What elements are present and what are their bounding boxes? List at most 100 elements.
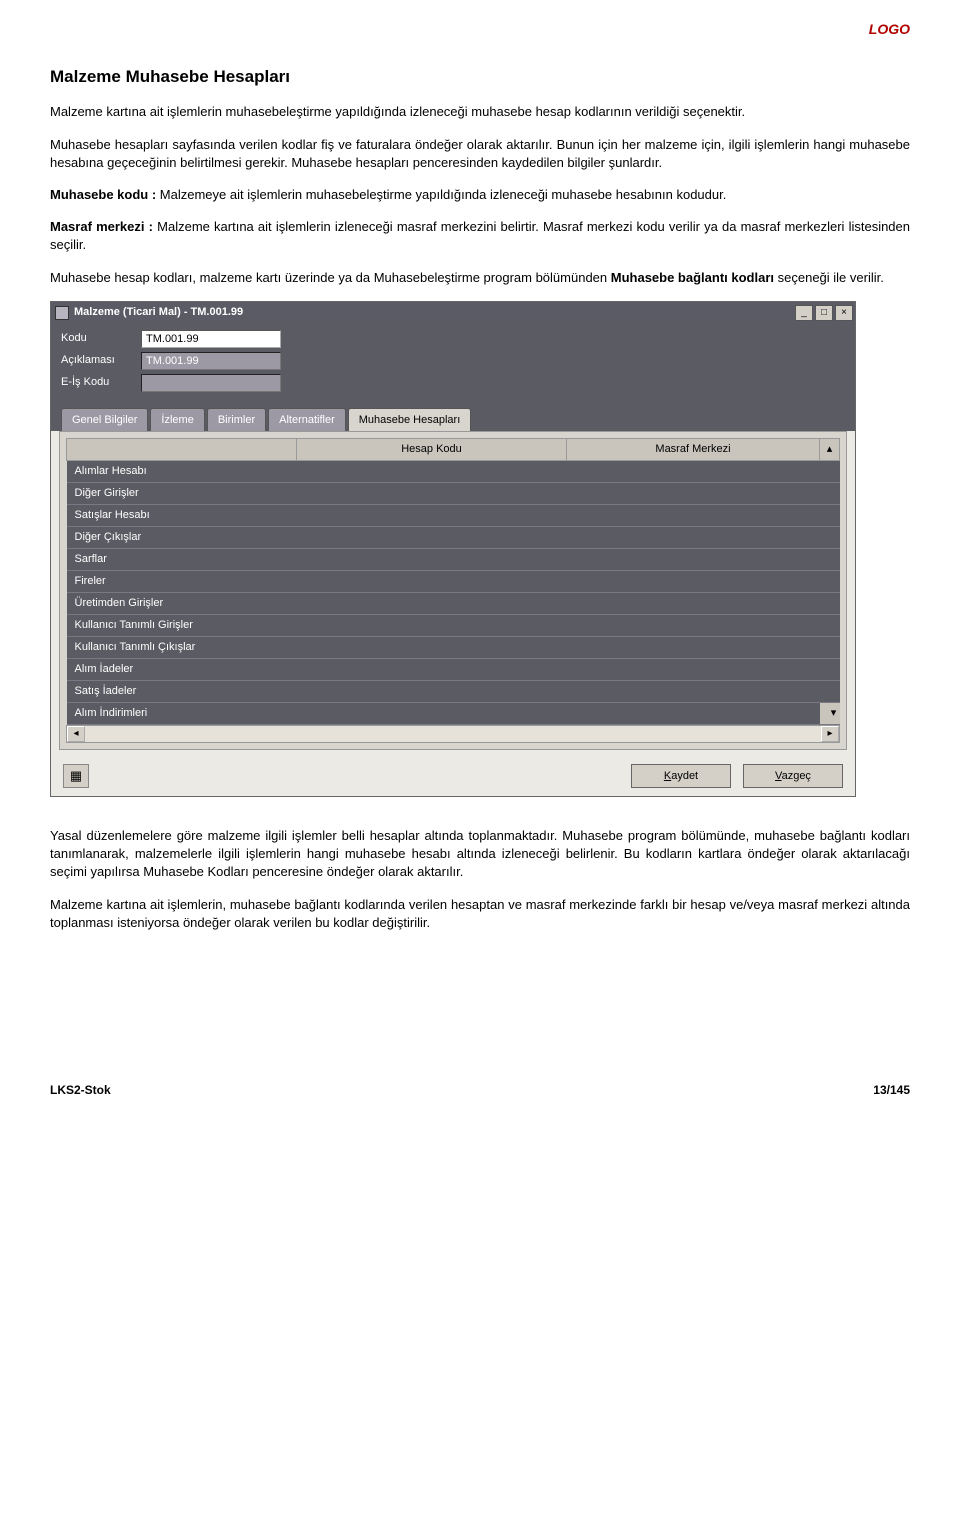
scroll-gutter bbox=[820, 659, 840, 681]
paragraph-5c: seçeneği ile verilir. bbox=[774, 270, 884, 285]
masraf-merkezi-cell[interactable] bbox=[567, 527, 820, 549]
tab-genel-bilgiler[interactable]: Genel Bilgiler bbox=[61, 408, 148, 431]
aciklamasi-field[interactable]: TM.001.99 bbox=[141, 352, 281, 370]
minimize-button[interactable]: _ bbox=[795, 305, 813, 321]
masraf-merkezi-cell[interactable] bbox=[567, 659, 820, 681]
masraf-merkezi-cell[interactable] bbox=[567, 505, 820, 527]
scroll-up-button[interactable]: ▴ bbox=[820, 439, 840, 461]
paragraph-2: Muhasebe hesapları sayfasında verilen ko… bbox=[50, 136, 910, 172]
tab-izleme[interactable]: İzleme bbox=[150, 408, 204, 431]
tab-alternatifler[interactable]: Alternatifler bbox=[268, 408, 346, 431]
col-name[interactable] bbox=[67, 439, 297, 461]
table-row[interactable]: Kullanıcı Tanımlı Çıkışlar bbox=[67, 637, 840, 659]
scroll-gutter bbox=[820, 571, 840, 593]
hesap-kodu-cell[interactable] bbox=[297, 703, 567, 725]
table-row[interactable]: Alım İadeler bbox=[67, 659, 840, 681]
masraf-merkezi-cell[interactable] bbox=[567, 483, 820, 505]
footer-left: LKS2-Stok bbox=[50, 1082, 111, 1099]
masraf-merkezi-cell[interactable] bbox=[567, 615, 820, 637]
options-button[interactable]: ▦ bbox=[63, 764, 89, 788]
hesap-kodu-cell[interactable] bbox=[297, 659, 567, 681]
masraf-merkezi-cell[interactable] bbox=[567, 681, 820, 703]
hesap-kodu-cell[interactable] bbox=[297, 549, 567, 571]
cancel-button[interactable]: Vazgeç bbox=[743, 764, 843, 788]
paragraph-5: Muhasebe hesap kodları, malzeme kartı üz… bbox=[50, 269, 910, 287]
row-label[interactable]: Üretimden Girişler bbox=[67, 593, 297, 615]
hesap-kodu-cell[interactable] bbox=[297, 615, 567, 637]
hesap-kodu-cell[interactable] bbox=[297, 505, 567, 527]
save-button[interactable]: Kaydet bbox=[631, 764, 731, 788]
row-label[interactable]: Diğer Girişler bbox=[67, 483, 297, 505]
scroll-left-button[interactable]: ◂ bbox=[67, 726, 85, 742]
hesap-kodu-cell[interactable] bbox=[297, 637, 567, 659]
scroll-right-button[interactable]: ▸ bbox=[821, 726, 839, 742]
masraf-merkezi-cell[interactable] bbox=[567, 571, 820, 593]
page-title: Malzeme Muhasebe Hesapları bbox=[50, 65, 910, 89]
paragraph-7: Malzeme kartına ait işlemlerin, muhasebe… bbox=[50, 896, 910, 932]
label-eis-kodu: E-İş Kodu bbox=[61, 375, 141, 390]
row-label[interactable]: Alımlar Hesabı bbox=[67, 461, 297, 483]
table-row[interactable]: Satış İadeler bbox=[67, 681, 840, 703]
window-title: Malzeme (Ticari Mal) - TM.001.99 bbox=[74, 305, 795, 320]
accounts-table: Hesap Kodu Masraf Merkezi ▴ Alımlar Hesa… bbox=[66, 438, 840, 725]
hesap-kodu-cell[interactable] bbox=[297, 681, 567, 703]
paragraph-5b-bold: Muhasebe bağlantı kodları bbox=[611, 270, 774, 285]
table-row[interactable]: Diğer Girişler bbox=[67, 483, 840, 505]
muhasebe-kodu-label: Muhasebe kodu : bbox=[50, 187, 156, 202]
scroll-gutter bbox=[820, 461, 840, 483]
scroll-gutter bbox=[820, 527, 840, 549]
table-row[interactable]: Alım İndirimleri ▾ bbox=[67, 703, 840, 725]
paragraph-3: Muhasebe kodu : Malzemeye ait işlemlerin… bbox=[50, 186, 910, 204]
scroll-gutter bbox=[820, 593, 840, 615]
row-label[interactable]: Alım İadeler bbox=[67, 659, 297, 681]
table-row[interactable]: Sarflar bbox=[67, 549, 840, 571]
row-label[interactable]: Diğer Çıkışlar bbox=[67, 527, 297, 549]
row-label[interactable]: Kullanıcı Tanımlı Girişler bbox=[67, 615, 297, 637]
row-label[interactable]: Satış İadeler bbox=[67, 681, 297, 703]
muhasebe-kodu-text: Malzemeye ait işlemlerin muhasebeleştirm… bbox=[156, 187, 726, 202]
hesap-kodu-cell[interactable] bbox=[297, 483, 567, 505]
masraf-merkezi-label: Masraf merkezi : bbox=[50, 219, 153, 234]
masraf-merkezi-cell[interactable] bbox=[567, 593, 820, 615]
scroll-gutter[interactable]: ▾ bbox=[820, 703, 840, 725]
tab-birimler[interactable]: Birimler bbox=[207, 408, 266, 431]
hesap-kodu-cell[interactable] bbox=[297, 571, 567, 593]
eis-kodu-field[interactable] bbox=[141, 374, 281, 392]
row-label[interactable]: Satışlar Hesabı bbox=[67, 505, 297, 527]
table-row[interactable]: Alımlar Hesabı bbox=[67, 461, 840, 483]
titlebar[interactable]: Malzeme (Ticari Mal) - TM.001.99 _ □ × bbox=[51, 302, 855, 324]
col-hesap-kodu[interactable]: Hesap Kodu bbox=[297, 439, 567, 461]
masraf-merkezi-text: Malzeme kartına ait işlemlerin izleneceğ… bbox=[50, 219, 910, 252]
masraf-merkezi-cell[interactable] bbox=[567, 703, 820, 725]
tab-strip: Genel Bilgiler İzleme Birimler Alternati… bbox=[51, 400, 855, 431]
table-row[interactable]: Kullanıcı Tanımlı Girişler bbox=[67, 615, 840, 637]
close-button[interactable]: × bbox=[835, 305, 853, 321]
row-label[interactable]: Fireler bbox=[67, 571, 297, 593]
app-icon bbox=[55, 306, 69, 320]
scroll-gutter bbox=[820, 505, 840, 527]
row-label[interactable]: Sarflar bbox=[67, 549, 297, 571]
label-kodu: Kodu bbox=[61, 331, 141, 346]
paragraph-5a: Muhasebe hesap kodları, malzeme kartı üz… bbox=[50, 270, 611, 285]
hesap-kodu-cell[interactable] bbox=[297, 461, 567, 483]
scroll-gutter bbox=[820, 549, 840, 571]
masraf-merkezi-cell[interactable] bbox=[567, 637, 820, 659]
col-masraf-merkezi[interactable]: Masraf Merkezi bbox=[567, 439, 820, 461]
row-label[interactable]: Alım İndirimleri bbox=[67, 703, 297, 725]
paragraph-4: Masraf merkezi : Malzeme kartına ait işl… bbox=[50, 218, 910, 254]
horizontal-scrollbar[interactable]: ◂ ▸ bbox=[66, 725, 840, 743]
table-row[interactable]: Fireler bbox=[67, 571, 840, 593]
maximize-button[interactable]: □ bbox=[815, 305, 833, 321]
table-row[interactable]: Satışlar Hesabı bbox=[67, 505, 840, 527]
brand-header: LOGO bbox=[50, 20, 910, 40]
tab-muhasebe-hesaplari[interactable]: Muhasebe Hesapları bbox=[348, 408, 472, 431]
table-row[interactable]: Diğer Çıkışlar bbox=[67, 527, 840, 549]
masraf-merkezi-cell[interactable] bbox=[567, 549, 820, 571]
row-label[interactable]: Kullanıcı Tanımlı Çıkışlar bbox=[67, 637, 297, 659]
scroll-gutter bbox=[820, 483, 840, 505]
masraf-merkezi-cell[interactable] bbox=[567, 461, 820, 483]
hesap-kodu-cell[interactable] bbox=[297, 527, 567, 549]
hesap-kodu-cell[interactable] bbox=[297, 593, 567, 615]
kodu-input[interactable] bbox=[141, 330, 281, 348]
table-row[interactable]: Üretimden Girişler bbox=[67, 593, 840, 615]
